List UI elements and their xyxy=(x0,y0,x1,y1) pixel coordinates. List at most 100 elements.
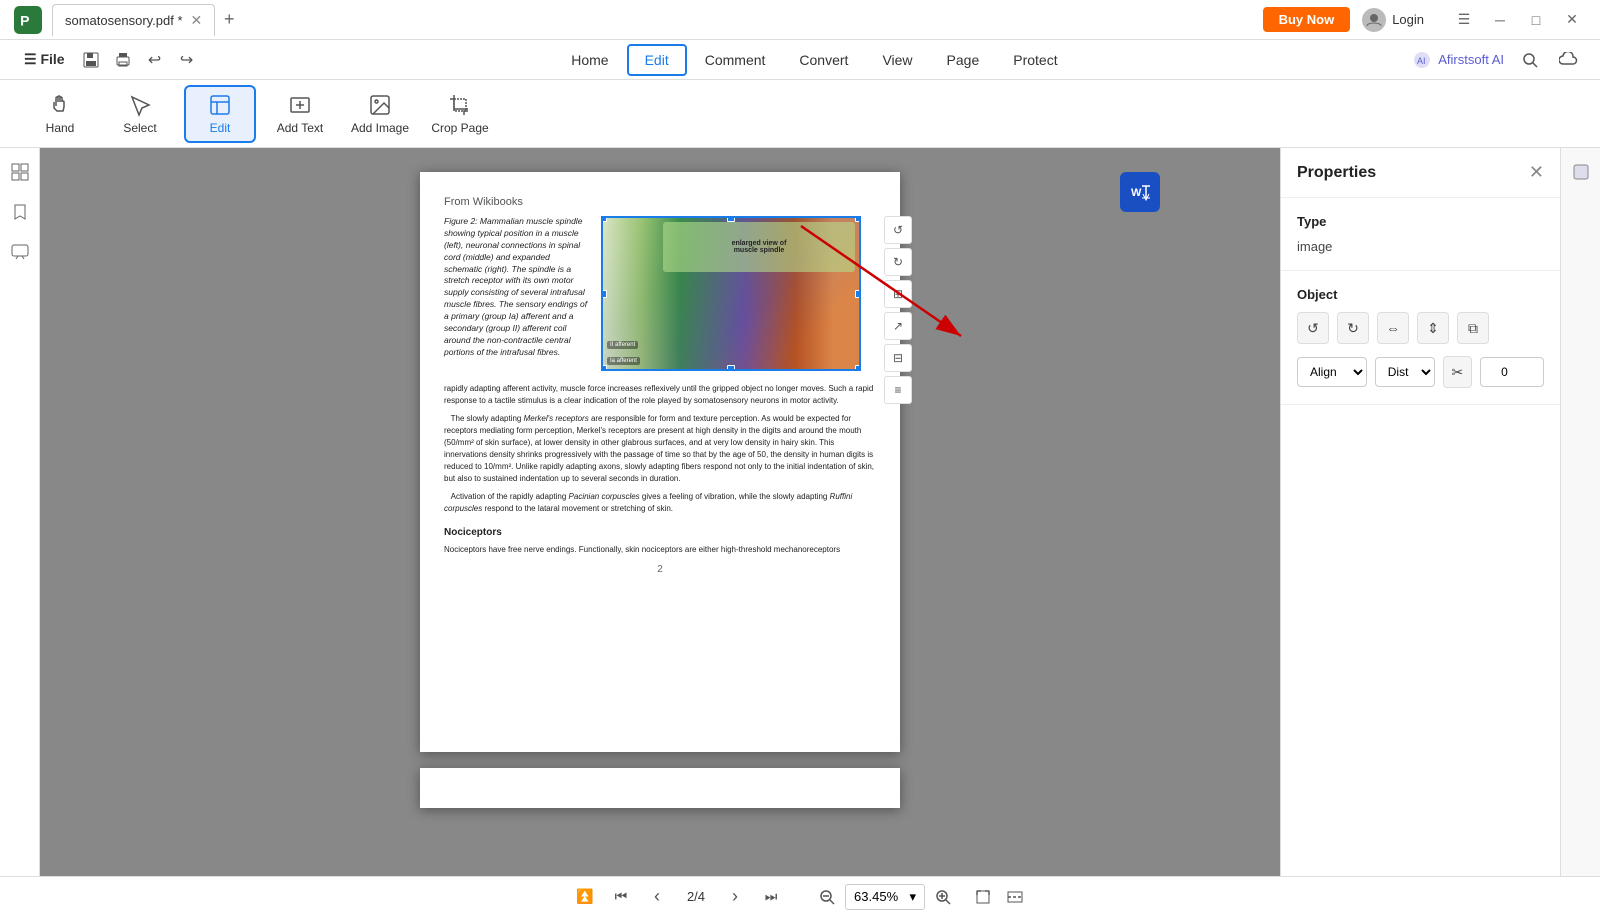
fit-width-button[interactable] xyxy=(1001,883,1029,911)
svg-text:AI: AI xyxy=(1417,56,1426,66)
fig-tool-2[interactable]: ↻ xyxy=(884,248,912,276)
align-select[interactable]: Align Left Center Right xyxy=(1297,357,1367,387)
nav-next-page-button[interactable]: ⏭ xyxy=(757,883,785,911)
arrange-button[interactable]: ⧉ xyxy=(1457,312,1489,344)
nav-next-button[interactable]: › xyxy=(721,883,749,911)
search-button[interactable] xyxy=(1516,46,1544,74)
fit-page-button[interactable] xyxy=(969,883,997,911)
add-text-tool-button[interactable]: Add Text xyxy=(264,85,336,143)
flip-h-button[interactable]: ⇔ xyxy=(1377,312,1409,344)
menu-icon: ☰ xyxy=(24,51,37,67)
sidebar-comments-icon[interactable] xyxy=(4,236,36,268)
nav-prev-button[interactable]: ‹ xyxy=(643,883,671,911)
crop-button[interactable]: ✂ xyxy=(1443,356,1472,388)
figure-col: enlarged view ofmuscle spindle Ia affere… xyxy=(601,216,876,371)
object-section-title: Object xyxy=(1297,287,1544,302)
menu-home[interactable]: Home xyxy=(555,46,624,74)
pdf-tab[interactable]: somatosensory.pdf * ✕ xyxy=(52,4,215,36)
hand-tool-button[interactable]: Hand xyxy=(24,85,96,143)
menu-right: AI Afirstsoft AI xyxy=(1412,46,1584,74)
body-text: rapidly adapting afferent activity, musc… xyxy=(444,383,876,556)
app-logo: P xyxy=(12,4,44,36)
fig-tool-3[interactable]: ⊞ xyxy=(884,280,912,308)
document-area[interactable]: W From Wikibooks Figure 2: Mammalian mus… xyxy=(40,148,1280,876)
tab-close-button[interactable]: ✕ xyxy=(191,12,203,29)
tab-title: somatosensory.pdf * xyxy=(65,13,183,28)
sel-handle-bl[interactable] xyxy=(601,365,607,371)
sidebar-thumbnails-icon[interactable] xyxy=(4,156,36,188)
menu-icon-button[interactable]: ☰ xyxy=(1448,6,1480,34)
print-button[interactable] xyxy=(109,46,137,74)
login-label: Login xyxy=(1392,12,1424,27)
paragraph-3: Activation of the rapidly adapting Pacin… xyxy=(444,491,876,515)
panel-close-button[interactable]: ✕ xyxy=(1529,162,1544,183)
menu-protect[interactable]: Protect xyxy=(997,46,1073,74)
pdf-page-2: From Wikibooks Figure 2: Mammalian muscl… xyxy=(420,172,900,752)
rotate-ccw-button[interactable]: ↺ xyxy=(1297,312,1329,344)
toolbar: Hand Select Edit Add Text Add Image Crop… xyxy=(0,80,1600,148)
page-number-label: 2 xyxy=(444,564,876,575)
edit-tool-button[interactable]: Edit xyxy=(184,85,256,143)
extra-right-icon[interactable] xyxy=(1565,156,1597,188)
sel-handle-mr[interactable] xyxy=(855,290,861,298)
tab-bar: somatosensory.pdf * ✕ + xyxy=(52,4,1263,36)
window-controls: ☰ ─ □ ✕ xyxy=(1448,6,1588,34)
nociceptors-section-title: Nociceptors xyxy=(444,525,876,540)
login-avatar xyxy=(1362,8,1386,32)
sidebar-bookmarks-icon[interactable] xyxy=(4,196,36,228)
translate-float-button[interactable]: W xyxy=(1120,172,1160,212)
sel-handle-tr[interactable] xyxy=(855,216,861,222)
menu-page[interactable]: Page xyxy=(931,46,996,74)
undo-button[interactable]: ↩ xyxy=(141,46,169,74)
buy-now-button[interactable]: Buy Now xyxy=(1263,7,1351,32)
select-tool-button[interactable]: Select xyxy=(104,85,176,143)
hand-tool-label: Hand xyxy=(46,121,75,135)
sel-handle-ml[interactable] xyxy=(601,290,607,298)
svg-text:W: W xyxy=(1131,187,1142,199)
figure-image[interactable]: enlarged view ofmuscle spindle Ia affere… xyxy=(601,216,861,371)
panel-type-section: Type image xyxy=(1281,198,1560,271)
zoom-out-button[interactable] xyxy=(813,883,841,911)
menu-convert[interactable]: Convert xyxy=(783,46,864,74)
cloud-button[interactable] xyxy=(1556,46,1584,74)
extra-right-panel xyxy=(1560,148,1600,876)
flip-v-button[interactable]: ⇕ xyxy=(1417,312,1449,344)
save-button[interactable] xyxy=(77,46,105,74)
zoom-value-display[interactable]: 63.45% ▾ xyxy=(845,884,925,910)
fig-tool-1[interactable]: ↺ xyxy=(884,216,912,244)
nav-prev-page-button[interactable]: ⏮ xyxy=(607,883,635,911)
ai-label: Afirstsoft AI xyxy=(1438,52,1504,67)
close-button[interactable]: ✕ xyxy=(1556,6,1588,34)
ai-button[interactable]: AI Afirstsoft AI xyxy=(1412,50,1504,70)
type-value: image xyxy=(1297,239,1544,254)
zoom-in-button[interactable] xyxy=(929,883,957,911)
sel-handle-bm[interactable] xyxy=(727,365,735,371)
menu-comment[interactable]: Comment xyxy=(689,46,782,74)
figure-caption-text: Figure 2: Mammalian muscle spindle showi… xyxy=(444,216,589,359)
file-menu-item[interactable]: ☰ File xyxy=(16,47,73,72)
rotation-input[interactable] xyxy=(1480,357,1544,387)
pdf-page-3-partial xyxy=(420,768,900,808)
fig-tool-4[interactable]: ↗ xyxy=(884,312,912,340)
svg-text:P: P xyxy=(20,12,29,28)
sel-handle-tm[interactable] xyxy=(727,216,735,222)
redo-button[interactable]: ↪ xyxy=(173,46,201,74)
add-text-tool-label: Add Text xyxy=(277,121,323,135)
minimize-button[interactable]: ─ xyxy=(1484,6,1516,34)
add-image-tool-button[interactable]: Add Image xyxy=(344,85,416,143)
maximize-button[interactable]: □ xyxy=(1520,6,1552,34)
fig-tool-6[interactable]: ≡ xyxy=(884,376,912,404)
crop-page-tool-button[interactable]: Crop Page xyxy=(424,85,496,143)
sel-handle-br[interactable] xyxy=(855,365,861,371)
menu-view[interactable]: View xyxy=(866,46,928,74)
nav-first-button[interactable]: ⏫ xyxy=(571,883,599,911)
distribute-select[interactable]: Dist xyxy=(1375,357,1435,387)
fig-tool-5[interactable]: ⊟ xyxy=(884,344,912,372)
menu-edit[interactable]: Edit xyxy=(627,44,687,76)
sel-handle-tl[interactable] xyxy=(601,216,607,222)
new-tab-button[interactable]: + xyxy=(215,6,243,34)
page-content-row: Figure 2: Mammalian muscle spindle showi… xyxy=(444,216,876,371)
login-button[interactable]: Login xyxy=(1362,8,1424,32)
panel-header: Properties ✕ xyxy=(1281,148,1560,198)
rotate-cw-button[interactable]: ↻ xyxy=(1337,312,1369,344)
